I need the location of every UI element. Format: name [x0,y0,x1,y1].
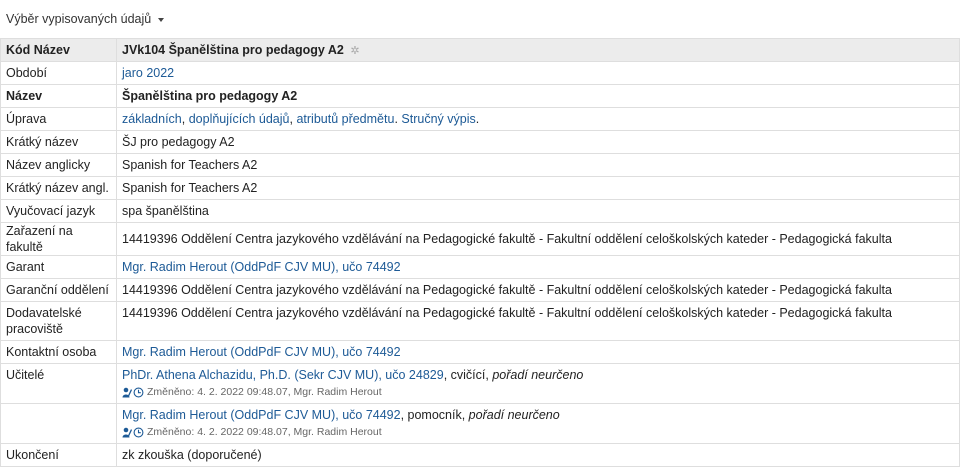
row-dodavatelske: Dodavatelské pracoviště 14419396 Oddělen… [0,301,960,341]
caret-down-icon [158,17,165,22]
row-label: Garanční oddělení [0,278,117,302]
row-label: Zařazení na fakultě [0,222,117,256]
field-selection-toggle[interactable]: Výběr vypisovaných údajů [6,12,165,26]
row-label: Úprava [0,107,117,131]
guarantor-link[interactable]: Mgr. Radim Herout (OddPdF CJV MU), učo 7… [122,260,401,274]
row-label: Kontaktní osoba [0,340,117,364]
row-label: Ukončení [0,443,117,467]
row-label: Vyučovací jazyk [0,199,117,223]
row-label: Krátký název angl. [0,176,117,200]
course-name: Španělština pro pedagogy A2 [168,42,344,57]
teacher-entry: PhDr. Athena Alchazidu, Ph.D. (Sekr CJV … [116,363,960,404]
header-label: Kód Název [0,38,117,62]
history-icon[interactable] [133,427,144,438]
history-icon[interactable] [133,387,144,398]
course-code: JVk104 [122,42,166,57]
row-value: Spanish for Teachers A2 [116,176,960,200]
row-kratky-nazev: Krátký název ŠJ pro pedagogy A2 [0,130,960,154]
change-info: Změněno: 4. 2. 2022 09:48.07, Mgr. Radim… [122,424,954,440]
course-table: Kód Název JVk104 Španělština pro pedagog… [0,38,960,467]
row-value: Spanish for Teachers A2 [116,153,960,177]
edit-additional-link[interactable]: doplňujících údajů [189,112,290,126]
row-vyucovaci-jazyk: Vyučovací jazyk spa španělština [0,199,960,223]
header-value: JVk104 Španělština pro pedagogy A2 ✲ [116,38,960,62]
teacher-link[interactable]: PhDr. Athena Alchazidu, Ph.D. (Sekr CJV … [122,368,444,382]
row-label: Období [0,61,117,85]
row-ucitele: Učitelé PhDr. Athena Alchazidu, Ph.D. (S… [0,363,960,404]
edit-basic-link[interactable]: základních [122,112,182,126]
row-value: Španělština pro pedagogy A2 [116,84,960,108]
gear-icon[interactable]: ✲ [350,45,359,57]
change-text: Změněno: 4. 2. 2022 09:48.07, Mgr. Radim… [147,386,382,398]
teacher-link[interactable]: Mgr. Radim Herout (OddPdF CJV MU), učo 7… [122,408,401,422]
separator: , [181,112,189,126]
row-kontaktni-osoba: Kontaktní osoba Mgr. Radim Herout (OddPd… [0,340,960,364]
row-value: 14419396 Oddělení Centra jazykového vzdě… [116,222,960,256]
teacher-entry: Mgr. Radim Herout (OddPdF CJV MU), učo 7… [116,403,960,444]
topbar: Výběr vypisovaných údajů [0,0,960,38]
row-value: zk zkouška (doporučené) [116,443,960,467]
person-edit-icon[interactable] [122,427,132,438]
row-nazev: Název Španělština pro pedagogy A2 [0,84,960,108]
row-value: 14419396 Oddělení Centra jazykového vzdě… [116,278,960,302]
row-value: 14419396 Oddělení Centra jazykového vzdě… [116,301,960,341]
row-label: Název [0,84,117,108]
row-nazev-anglicky: Název anglicky Spanish for Teachers A2 [0,153,960,177]
row-zarazeni: Zařazení na fakultě 14419396 Oddělení Ce… [0,222,960,256]
row-ucitele-2: Mgr. Radim Herout (OddPdF CJV MU), učo 7… [0,403,960,444]
person-edit-icon[interactable] [122,387,132,398]
teacher-role: , pomocník, [400,408,469,422]
edit-attributes-link[interactable]: atributů předmětu [296,112,394,126]
contact-person-link[interactable]: Mgr. Radim Herout (OddPdF CJV MU), učo 7… [122,345,401,359]
row-label: Název anglicky [0,153,117,177]
teacher-role: , cvičící, [443,368,493,382]
row-label: Krátký název [0,130,117,154]
edit-links: základních, doplňujících údajů, atributů… [116,107,960,131]
short-listing-link[interactable]: Stručný výpis [401,112,475,126]
row-value: ŠJ pro pedagogy A2 [116,130,960,154]
row-label: Učitelé [0,363,117,404]
row-uprava: Úprava základních, doplňujících údajů, a… [0,107,960,131]
row-obdobi: Období jaro 2022 [0,61,960,85]
change-text: Změněno: 4. 2. 2022 09:48.07, Mgr. Radim… [147,426,382,438]
row-label: Garant [0,255,117,279]
row-label-empty [0,403,117,444]
separator: . [475,112,480,126]
change-info: Změněno: 4. 2. 2022 09:48.07, Mgr. Radim… [122,384,954,400]
row-garant: Garant Mgr. Radim Herout (OddPdF CJV MU)… [0,255,960,279]
row-kratky-nazev-angl: Krátký název angl. Spanish for Teachers … [0,176,960,200]
period-link[interactable]: jaro 2022 [122,66,174,80]
field-selection-label: Výběr vypisovaných údajů [6,12,152,26]
row-garancni-oddeleni: Garanční oddělení 14419396 Oddělení Cent… [0,278,960,302]
teacher-order: pořadí neurčeno [492,368,584,382]
row-value: spa španělština [116,199,960,223]
header-row: Kód Název JVk104 Španělština pro pedagog… [0,38,960,62]
teacher-order: pořadí neurčeno [468,408,560,422]
row-label: Dodavatelské pracoviště [0,301,117,341]
row-ukonceni: Ukončení zk zkouška (doporučené) [0,443,960,467]
